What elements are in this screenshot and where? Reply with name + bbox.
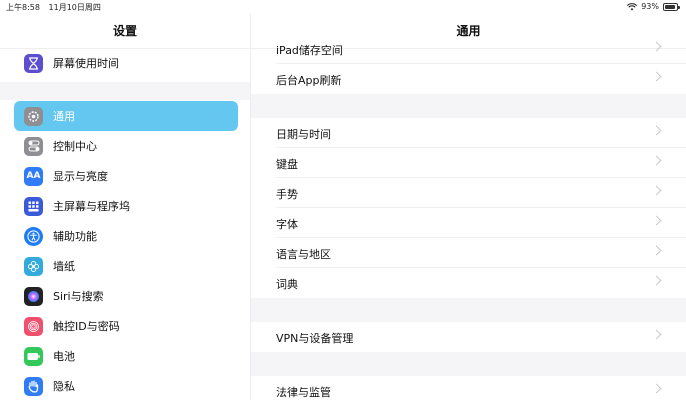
battery-level-fill [665, 4, 676, 9]
sidebar-item-control-center[interactable]: 控制中心 [14, 131, 238, 161]
sidebar-item-screen-time[interactable]: 屏幕使用时间 [14, 48, 238, 78]
chevron-right-icon [651, 329, 662, 340]
sidebar-item-general[interactable]: 通用 [14, 101, 238, 131]
chevron-right-icon [651, 71, 662, 82]
row-label: 法律与监管 [276, 386, 331, 399]
chevron-right-icon [651, 383, 662, 394]
sidebar-title: 设置 [112, 24, 137, 38]
hand-icon [24, 376, 43, 396]
flower-icon [24, 256, 43, 276]
row-background-app-refresh[interactable]: 后台App刷新 [251, 64, 686, 94]
row-label: 字体 [276, 218, 298, 231]
chevron-right-icon [651, 215, 662, 226]
status-right: 93% [627, 2, 680, 11]
row-label: 语言与地区 [276, 248, 331, 261]
section-gap [251, 298, 686, 322]
siri-icon [24, 286, 43, 306]
toggles-icon [24, 136, 43, 156]
sidebar-item-accessibility[interactable]: 辅助功能 [14, 221, 238, 251]
chevron-right-icon [651, 185, 662, 196]
sidebar-item-label: 隐私 [53, 380, 75, 393]
sidebar-item-label: 主屏幕与程序坞 [53, 200, 130, 213]
sidebar-item-label: 触控ID与密码 [53, 320, 120, 333]
sidebar-item-siri[interactable]: Siri与搜索 [14, 281, 238, 311]
status-bar: 上午8:58 11月10日周四 93% [0, 0, 686, 14]
row-label: 日期与时间 [276, 128, 331, 141]
section-gap [251, 352, 686, 376]
sidebar-item-label: 辅助功能 [53, 230, 97, 243]
battery-icon [24, 346, 43, 366]
wifi-icon [627, 2, 638, 10]
text-size-icon: AA [24, 166, 43, 186]
grid-icon [24, 196, 43, 216]
battery-percent: 93% [641, 2, 659, 11]
row-vpn-device-management[interactable]: VPN与设备管理 [251, 322, 686, 352]
sidebar-item-label: 电池 [53, 350, 75, 363]
row-label: 键盘 [276, 158, 298, 171]
sidebar-group-gap [0, 82, 250, 100]
row-label: iPad储存空间 [276, 44, 343, 57]
row-keyboard[interactable]: 键盘 [251, 148, 686, 178]
ipad-settings-screen: 上午8:58 11月10日周四 93% 设置 屏幕使用时间 通用 控制中心 AA… [0, 0, 686, 400]
row-legal-regulatory[interactable]: 法律与监管 [251, 376, 686, 400]
chevron-right-icon [651, 41, 662, 52]
row-label: 手势 [276, 188, 298, 201]
chevron-right-icon [651, 125, 662, 136]
sidebar-item-label: 通用 [53, 110, 75, 123]
sidebar-item-label: 控制中心 [53, 140, 97, 153]
gear-icon [24, 106, 43, 126]
row-fonts[interactable]: 字体 [251, 208, 686, 238]
sidebar-item-home-screen[interactable]: 主屏幕与程序坞 [14, 191, 238, 221]
settings-sidebar[interactable]: 设置 屏幕使用时间 通用 控制中心 AA 显示与亮度 主屏幕与程序坞 辅助功能 … [0, 14, 251, 400]
section-gap [251, 94, 686, 118]
row-language-region[interactable]: 语言与地区 [251, 238, 686, 268]
chevron-right-icon [651, 275, 662, 286]
row-label: 词典 [276, 278, 298, 291]
sidebar-item-label: 显示与亮度 [53, 170, 108, 183]
sidebar-item-battery[interactable]: 电池 [14, 341, 238, 371]
sidebar-item-label: Siri与搜索 [53, 290, 104, 303]
status-left: 上午8:58 11月10日周四 [6, 2, 107, 13]
chevron-right-icon [651, 245, 662, 256]
sidebar-item-touch-id[interactable]: 触控ID与密码 [14, 311, 238, 341]
row-date-time[interactable]: 日期与时间 [251, 118, 686, 148]
chevron-right-icon [651, 155, 662, 166]
sidebar-item-label: 墙纸 [53, 260, 75, 273]
row-ipad-storage[interactable]: iPad储存空间 [251, 34, 686, 64]
row-dictionary[interactable]: 词典 [251, 268, 686, 298]
row-label: 后台App刷新 [276, 74, 342, 87]
sidebar-item-wallpaper[interactable]: 墙纸 [14, 251, 238, 281]
row-label: VPN与设备管理 [276, 332, 354, 345]
status-time: 上午8:58 [6, 3, 40, 12]
sidebar-item-display[interactable]: AA 显示与亮度 [14, 161, 238, 191]
sidebar-item-label: 屏幕使用时间 [53, 57, 119, 70]
fingerprint-icon [24, 316, 43, 336]
general-settings-panel[interactable]: 通用 iPad储存空间 后台App刷新 日期与时间 键盘 手势 字体 语言与地区… [251, 14, 686, 400]
hourglass-icon [24, 53, 43, 73]
accessibility-icon [24, 226, 43, 246]
status-date: 11月10日周四 [48, 3, 101, 12]
row-gestures[interactable]: 手势 [251, 178, 686, 208]
battery-icon [663, 2, 680, 11]
sidebar-item-privacy[interactable]: 隐私 [14, 371, 238, 400]
